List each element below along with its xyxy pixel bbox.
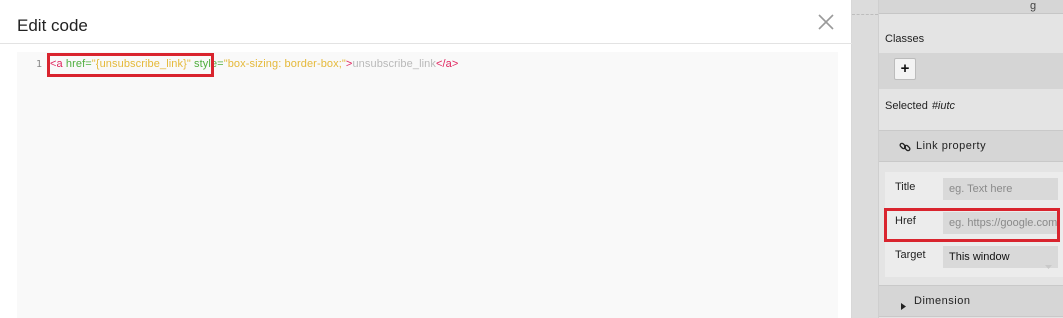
target-select[interactable]: This window xyxy=(943,246,1058,269)
title-label: Title xyxy=(895,181,916,193)
target-label: Target xyxy=(895,249,926,261)
dimension-section[interactable]: Dimension xyxy=(879,285,1063,317)
link-icon xyxy=(899,140,911,158)
title-input[interactable] xyxy=(943,178,1058,200)
code-open-tag: <a xyxy=(50,58,66,70)
code-style-value: "box-sizing: border-box;" xyxy=(223,58,346,70)
code-text: unsubscribe_link xyxy=(352,58,436,70)
code-end-tag: </a> xyxy=(435,58,459,70)
link-property-label: Link property xyxy=(916,140,987,152)
code-style-attr: style xyxy=(194,58,218,70)
selected-row: Selected #iutc xyxy=(885,100,955,112)
dimension-label: Dimension xyxy=(914,295,971,307)
modal-header: Edit code xyxy=(0,0,852,44)
corner-glyph: g xyxy=(1030,0,1037,12)
code-editor[interactable] xyxy=(17,52,838,318)
link-properties: Title Href Target This window xyxy=(885,172,1063,277)
settings-panel: Classes + Selected #iutc Link property Ti… xyxy=(878,0,1063,318)
chevron-down-icon xyxy=(1045,255,1052,277)
add-class-button[interactable]: + xyxy=(894,58,916,80)
target-value: This window xyxy=(949,251,1010,263)
modal-title: Edit code xyxy=(17,16,88,35)
code-href-value: "{unsubscribe_link}" xyxy=(91,58,191,70)
code-href-attr: href xyxy=(65,58,86,70)
caret-right-icon xyxy=(901,297,906,315)
selected-id: #iutc xyxy=(931,100,956,112)
code-line[interactable]: <a href="{unsubscribe_link}" style="box-… xyxy=(50,58,458,70)
selected-label: Selected xyxy=(885,100,928,112)
link-property-section[interactable]: Link property xyxy=(879,130,1063,162)
line-number: 1 xyxy=(36,59,43,70)
close-icon[interactable] xyxy=(817,13,835,31)
classes-label: Classes xyxy=(885,33,925,45)
href-input[interactable] xyxy=(943,212,1058,234)
divider xyxy=(852,14,878,15)
href-label: Href xyxy=(895,215,916,227)
classes-box: + xyxy=(879,53,1063,89)
